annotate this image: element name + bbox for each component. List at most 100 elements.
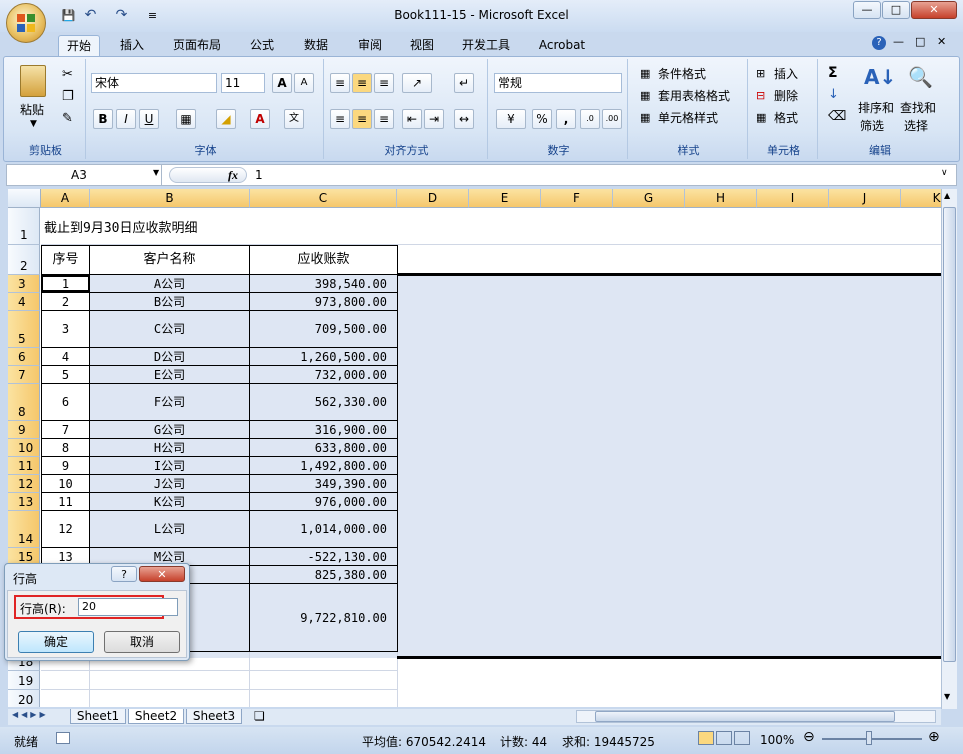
font-name-combo[interactable]: 宋体: [91, 73, 217, 93]
normal-view-icon[interactable]: [698, 731, 714, 745]
align-middle-icon[interactable]: ≡: [352, 73, 372, 93]
shrink-font-icon[interactable]: A: [294, 73, 314, 93]
table-cell[interactable]: 825,380.00: [250, 566, 398, 584]
decrease-decimal-icon[interactable]: .00: [602, 109, 622, 129]
tab-home[interactable]: 开始: [58, 35, 100, 56]
sheet-title-cell[interactable]: 截止到9月30日应收款明细: [44, 217, 197, 236]
table-cell[interactable]: H公司: [90, 439, 250, 457]
row-height-input[interactable]: 20: [78, 598, 178, 616]
percent-button[interactable]: %: [532, 109, 552, 129]
row-header[interactable]: 5: [8, 311, 40, 348]
row-header[interactable]: 13: [8, 493, 40, 511]
undo-icon[interactable]: ↶: [82, 8, 99, 23]
ribbon-close-icon[interactable]: ✕: [937, 35, 946, 48]
table-cell[interactable]: 709,500.00: [250, 311, 398, 348]
macro-record-icon[interactable]: [56, 732, 70, 744]
header-cell-receivable[interactable]: 应收账款: [250, 245, 398, 275]
fill-color-icon[interactable]: ◢: [216, 109, 236, 129]
ribbon-minimize-icon[interactable]: —: [893, 35, 904, 48]
font-color-icon[interactable]: A: [250, 109, 270, 129]
table-cell[interactable]: 398,540.00: [250, 275, 398, 293]
table-cell[interactable]: J公司: [90, 475, 250, 493]
table-cell[interactable]: 4: [41, 348, 90, 366]
page-layout-view-icon[interactable]: [716, 731, 732, 745]
table-cell[interactable]: 7: [41, 421, 90, 439]
table-cell[interactable]: 8: [41, 439, 90, 457]
align-right-icon[interactable]: ≡: [374, 109, 394, 129]
tab-developer[interactable]: 开发工具: [454, 35, 518, 56]
find-select-button-line1[interactable]: 查找和: [900, 99, 936, 117]
zoom-level[interactable]: 100%: [760, 733, 794, 747]
column-header[interactable]: J: [829, 189, 901, 208]
table-cell[interactable]: 973,800.00: [250, 293, 398, 311]
ribbon-restore-icon[interactable]: □: [915, 35, 925, 48]
table-cell[interactable]: 1,260,500.00: [250, 348, 398, 366]
column-header[interactable]: H: [685, 189, 757, 208]
sort-filter-button-line1[interactable]: 排序和: [858, 99, 894, 117]
table-cell[interactable]: C公司: [90, 311, 250, 348]
row-header[interactable]: 3: [8, 275, 40, 293]
comma-button[interactable]: ,: [556, 109, 576, 129]
zoom-slider-thumb[interactable]: [866, 731, 872, 745]
autosum-icon[interactable]: Σ: [828, 65, 838, 81]
bold-button[interactable]: B: [93, 109, 113, 129]
paste-icon[interactable]: [20, 65, 46, 97]
table-cell[interactable]: 12: [41, 511, 90, 548]
tab-view[interactable]: 视图: [400, 35, 444, 56]
page-break-view-icon[interactable]: [734, 731, 750, 745]
scroll-down-icon[interactable]: ▼: [944, 692, 950, 701]
table-cell[interactable]: 2: [41, 293, 90, 311]
tab-review[interactable]: 审阅: [348, 35, 392, 56]
wrap-text-icon[interactable]: ↵: [454, 73, 474, 93]
sheet-tab-1[interactable]: Sheet1: [70, 709, 126, 724]
minimize-button[interactable]: —: [853, 1, 881, 19]
grow-font-icon[interactable]: A: [272, 73, 292, 93]
table-cell[interactable]: 5: [41, 366, 90, 384]
dialog-help-button[interactable]: ?: [111, 566, 137, 582]
orientation-icon[interactable]: ↗: [402, 73, 432, 93]
align-left-icon[interactable]: ≡: [330, 109, 350, 129]
tab-insert[interactable]: 插入: [110, 35, 154, 56]
horizontal-scrollbar[interactable]: [576, 710, 936, 723]
phonetic-icon[interactable]: 文: [284, 109, 304, 129]
table-cell[interactable]: 732,000.00: [250, 366, 398, 384]
column-header[interactable]: K: [901, 189, 941, 208]
table-cell[interactable]: 1: [41, 275, 90, 293]
table-cell[interactable]: 1,492,800.00: [250, 457, 398, 475]
clear-icon[interactable]: ⌫: [828, 109, 846, 124]
number-format-combo[interactable]: 常规: [494, 73, 622, 93]
table-cell[interactable]: 349,390.00: [250, 475, 398, 493]
row-header[interactable]: 11: [8, 457, 40, 475]
table-cell[interactable]: 9,722,810.00: [250, 584, 398, 652]
column-header[interactable]: I: [757, 189, 829, 208]
header-cell-seq[interactable]: 序号: [41, 245, 90, 275]
horizontal-scroll-thumb[interactable]: [595, 711, 895, 722]
table-cell[interactable]: -522,130.00: [250, 548, 398, 566]
name-box-dropdown-icon[interactable]: ▼: [153, 168, 159, 177]
ok-button[interactable]: 确定: [18, 631, 94, 653]
table-cell[interactable]: [90, 690, 250, 707]
table-cell[interactable]: I公司: [90, 457, 250, 475]
save-icon[interactable]: 💾: [60, 8, 77, 23]
close-button[interactable]: ✕: [911, 1, 957, 19]
conditional-format-button[interactable]: 条件格式: [658, 65, 706, 83]
tab-formulas[interactable]: 公式: [240, 35, 284, 56]
insert-function-icon[interactable]: fx: [228, 168, 238, 183]
italic-button[interactable]: I: [116, 109, 136, 129]
row-header[interactable]: 9: [8, 421, 40, 439]
column-header[interactable]: F: [541, 189, 613, 208]
expand-formula-icon[interactable]: ∨: [941, 168, 948, 178]
column-header[interactable]: C: [250, 189, 397, 208]
table-cell[interactable]: F公司: [90, 384, 250, 421]
customize-qat-icon[interactable]: ≡: [144, 8, 161, 23]
font-size-combo[interactable]: 11: [221, 73, 265, 93]
table-cell[interactable]: B公司: [90, 293, 250, 311]
align-center-icon[interactable]: ≡: [352, 109, 372, 129]
delete-cells-button[interactable]: 删除: [774, 87, 798, 105]
row-header[interactable]: 20: [8, 690, 40, 707]
paste-dropdown-icon[interactable]: ▼: [30, 119, 37, 129]
table-cell[interactable]: 3: [41, 311, 90, 348]
table-cell[interactable]: [41, 690, 90, 707]
table-cell[interactable]: E公司: [90, 366, 250, 384]
table-cell[interactable]: 562,330.00: [250, 384, 398, 421]
